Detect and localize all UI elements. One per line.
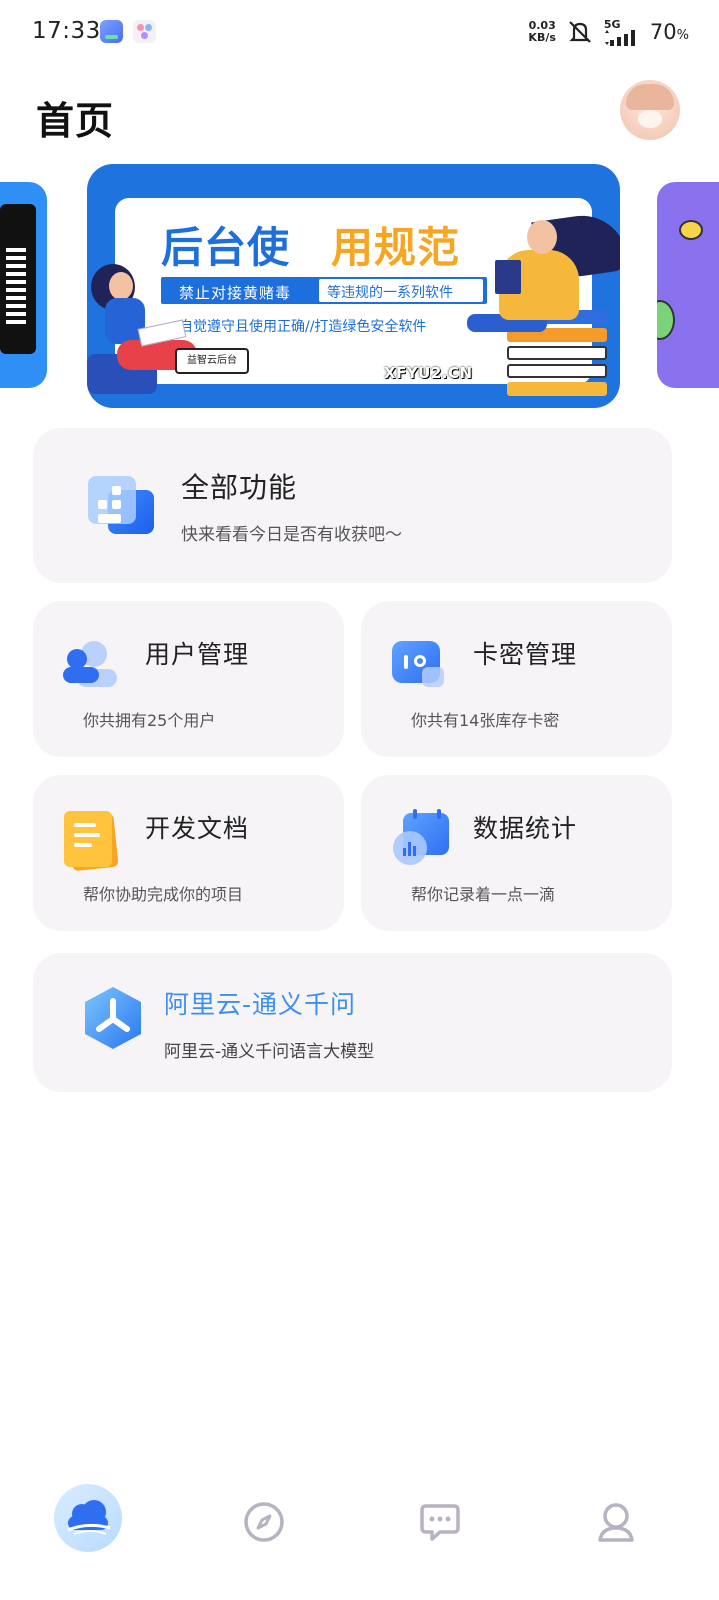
banner-bar-left-text: 禁止对接黄赌毒 — [179, 284, 292, 302]
status-bar: 17:33 0.03 KB/s 5G 70% — [0, 0, 719, 66]
compass-icon[interactable] — [242, 1500, 286, 1544]
app-icon — [100, 20, 123, 43]
nav-home-button[interactable] — [54, 1484, 122, 1552]
banner-prev-slide[interactable] — [0, 182, 47, 388]
banner-illustration-book-right — [495, 260, 521, 294]
network-speed-unit: KB/s — [528, 31, 556, 44]
network-label: 5G — [603, 17, 621, 31]
status-time: 17:33 — [32, 18, 101, 44]
data-stats-card[interactable]: 数据统计 帮你记录着一点一滴 — [361, 775, 672, 931]
card-management-subtitle: 你共有14张库存卡密 — [411, 711, 560, 730]
ai-model-card[interactable]: 阿里云-通义千问 阿里云-通义千问语言大模型 — [33, 953, 672, 1092]
user-management-card[interactable]: 用户管理 你共拥有25个用户 — [33, 601, 344, 757]
banner-main[interactable]: 后台使 用规范 禁止对接黄赌毒 等违规的一系列软件 自觉遵守且使用正确//打造绿… — [87, 164, 620, 408]
page-title: 首页 — [36, 99, 115, 143]
banner-illustration-face — [109, 272, 133, 300]
dev-docs-subtitle: 帮你协助完成你的项目 — [83, 885, 244, 904]
banner-bar-right-text: 等违规的一系列软件 — [327, 285, 453, 301]
card-management-card[interactable]: 卡密管理 你共有14张库存卡密 — [361, 601, 672, 757]
dev-docs-card[interactable]: 开发文档 帮你协助完成你的项目 — [33, 775, 344, 931]
all-functions-card[interactable]: 全部功能 快来看看今日是否有收获吧～ — [33, 428, 672, 583]
data-stats-title: 数据统计 — [473, 814, 578, 843]
status-right-group: 0.03 KB/s 5G 70% — [528, 16, 689, 48]
banner-next-slide[interactable] — [657, 182, 719, 388]
user-management-subtitle: 你共拥有25个用户 — [83, 711, 216, 730]
card-management-title: 卡密管理 — [473, 640, 578, 669]
home-cloud-icon — [67, 1500, 111, 1535]
battery-level: 70% — [650, 20, 689, 44]
users-icon — [63, 637, 119, 693]
apps-grid-icon — [88, 476, 156, 536]
battery-unit: % — [676, 28, 689, 43]
data-stats-subtitle: 帮你记录着一点一滴 — [411, 885, 556, 904]
person-icon[interactable] — [594, 1500, 638, 1544]
ai-model-subtitle: 阿里云-通义千问语言大模型 — [164, 1042, 375, 1062]
banner-signature: 益智云后台 — [175, 348, 249, 374]
banner-title-part1: 后台使 — [161, 223, 291, 272]
decor-dot — [657, 300, 675, 340]
all-functions-title: 全部功能 — [181, 471, 298, 504]
network-speed: 0.03 KB/s — [528, 20, 555, 44]
banner-subtitle: 自觉遵守且使用正确//打造绿色安全软件 — [179, 319, 427, 335]
mute-icon — [569, 21, 591, 43]
network-type: 5G — [604, 19, 640, 46]
chat-icon[interactable] — [418, 1500, 462, 1544]
assistant-icon — [133, 20, 156, 43]
card-key-icon — [392, 641, 448, 691]
dev-docs-title: 开发文档 — [145, 814, 250, 843]
user-management-title: 用户管理 — [145, 640, 250, 669]
tongyi-qianwen-icon — [85, 987, 141, 1049]
banner-illustration-head-right — [527, 220, 557, 254]
battery-value: 70 — [649, 20, 677, 44]
signal-icon — [604, 29, 635, 46]
all-functions-subtitle: 快来看看今日是否有收获吧～ — [181, 525, 402, 545]
ai-model-title: 阿里云-通义千问 — [164, 990, 357, 1019]
qr-code-icon — [0, 204, 36, 354]
banner-watermark: XFYU2.CN — [384, 364, 473, 382]
banner-title-part2: 用规范 — [331, 223, 461, 272]
document-icon — [62, 809, 120, 872]
avatar[interactable] — [620, 80, 680, 140]
bottom-nav — [0, 1478, 719, 1578]
decor-dot — [679, 220, 703, 240]
calendar-chart-icon — [393, 809, 451, 867]
